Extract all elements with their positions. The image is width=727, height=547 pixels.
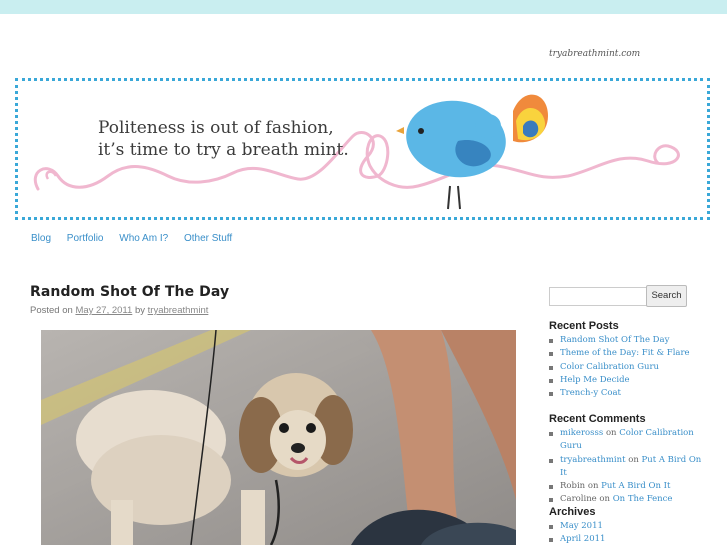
list-item[interactable]: May 2011 [549,520,709,533]
recent-comments-list: mikerosss on Color Calibration Guru trya… [549,427,709,507]
tagline-line-2: it’s time to try a breath mint. [98,140,349,160]
list-item: mikerosss on Color Calibration Guru [549,427,709,454]
comment-author: Robin [560,481,586,492]
comment-author: Caroline [560,494,597,505]
recent-posts-list: Random Shot Of The Day Theme of the Day:… [549,334,709,400]
comment-post-link[interactable]: On The Fence [613,494,673,504]
dog-photo [41,330,516,545]
comment-post-link[interactable]: Put A Bird On It [601,481,670,491]
list-item[interactable]: Theme of the Day: Fit & Flare [549,347,709,360]
nav-item-portfolio[interactable]: Portfolio [67,233,104,244]
list-item[interactable]: Trench-y Coat [549,387,709,400]
post-title[interactable]: Random Shot Of The Day [30,284,229,300]
search-button[interactable]: Search [646,285,687,307]
comment-author-link[interactable]: tryabreathmint [560,455,626,465]
tagline-line-1: Politeness is out of fashion, [98,118,334,138]
search-input[interactable] [549,287,647,306]
main-nav: Blog Portfolio Who Am I? Other Stuff [31,233,245,244]
top-bar [0,0,727,14]
comment-author-link[interactable]: mikerosss [560,428,603,438]
header-tagline: Politeness is out of fashion, it’s time … [98,117,349,161]
post-meta: Posted on May 27, 2011 by tryabreathmint [30,305,208,316]
list-item: tryabreathmint on Put A Bird On It [549,454,709,481]
posted-on-label: Posted on [30,305,73,316]
list-item[interactable]: Random Shot Of The Day [549,334,709,347]
nav-item-who-am-i[interactable]: Who Am I? [119,233,168,244]
nav-item-other-stuff[interactable]: Other Stuff [184,233,232,244]
recent-posts-heading: Recent Posts [549,320,619,332]
nav-item-blog[interactable]: Blog [31,233,51,244]
list-item: Robin on Put A Bird On It [549,480,709,493]
list-item[interactable]: Color Calibration Guru [549,361,709,374]
bird-illustration [396,94,548,210]
site-title[interactable]: tryabreathmint.com [549,49,640,59]
post-photo[interactable] [41,330,516,545]
by-label: by [134,305,145,316]
recent-comments-heading: Recent Comments [549,413,646,425]
archives-list: May 2011 April 2011 [549,520,709,547]
header-banner[interactable]: Politeness is out of fashion, it’s time … [15,78,710,220]
post-author-link[interactable]: tryabreathmint [148,305,209,316]
list-item[interactable]: Help Me Decide [549,374,709,387]
list-item: Caroline on On The Fence [549,493,709,506]
archives-heading: Archives [549,506,596,518]
post-date-link[interactable]: May 27, 2011 [75,305,132,316]
